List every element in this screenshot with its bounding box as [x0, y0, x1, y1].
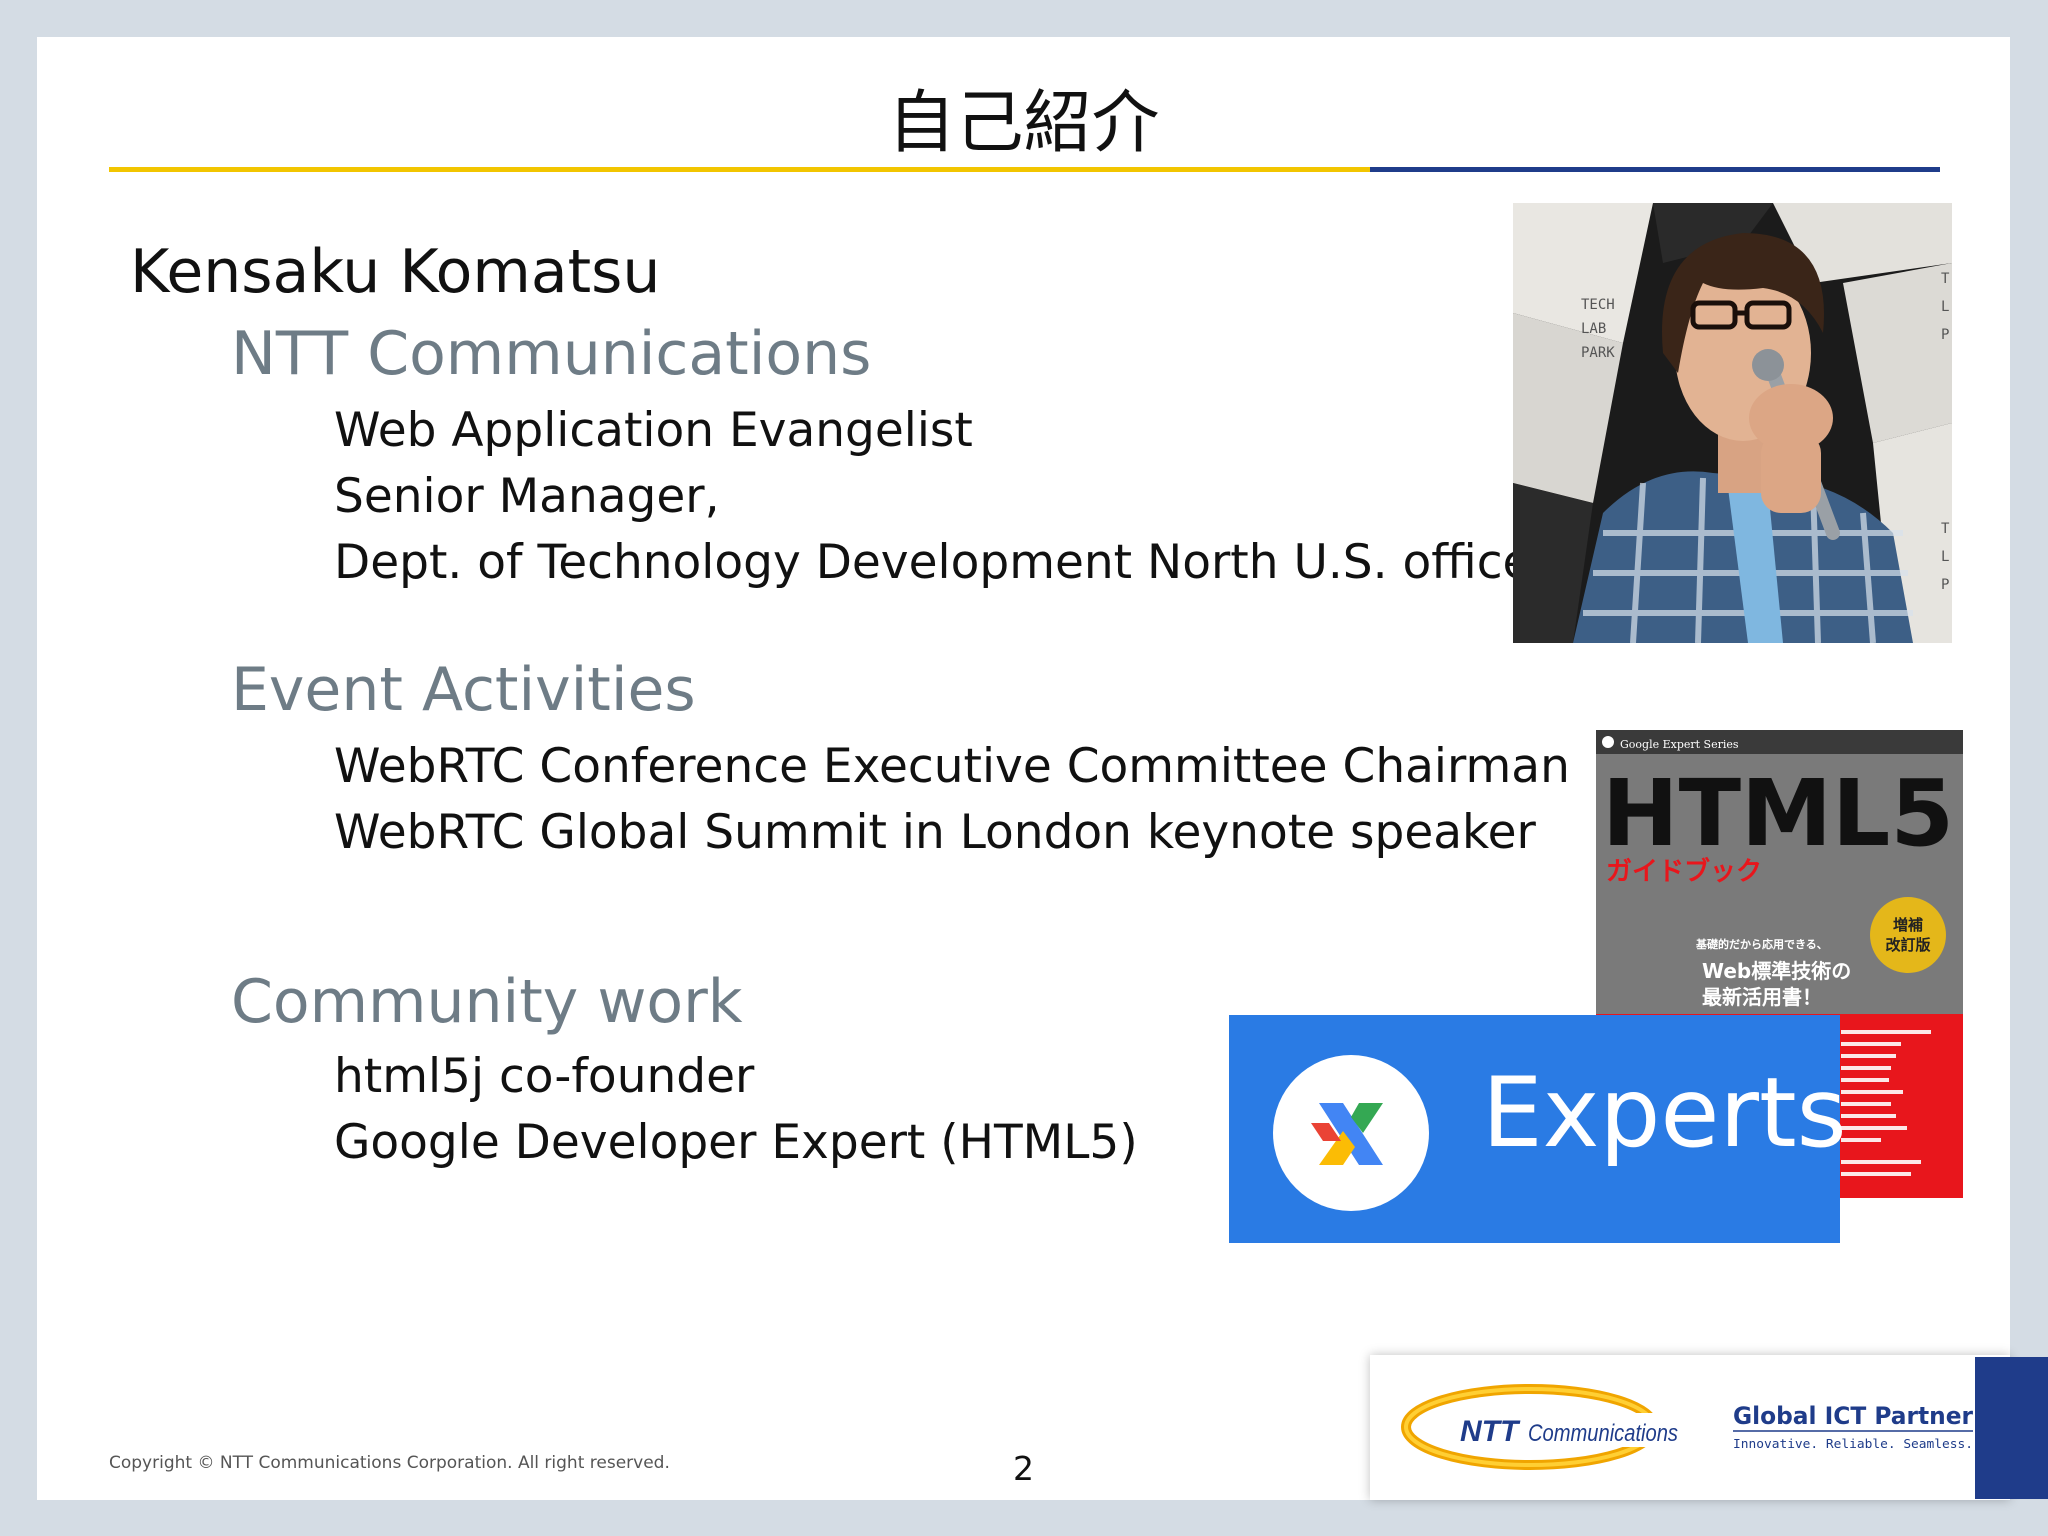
- company-line: Senior Manager,: [334, 469, 720, 524]
- book-tagline: 基礎的だから応用できる、: [1695, 937, 1828, 951]
- photo-backdrop-text: T: [1941, 521, 1950, 537]
- event-line: WebRTC Conference Executive Committee Ch…: [334, 739, 1570, 794]
- photo-backdrop-text: TECH: [1581, 297, 1615, 313]
- book-title: HTML5: [1602, 760, 1954, 867]
- title-rule-yellow: [109, 167, 1370, 172]
- speaker-photo: TECH LAB PARK T L P T L P: [1513, 203, 1952, 643]
- speaker-name: Kensaku Komatsu: [130, 237, 661, 307]
- corner-blue-tab: [1975, 1357, 2048, 1499]
- book-tagline: Web標準技術の: [1702, 959, 1851, 983]
- community-line: html5j co-founder: [334, 1049, 755, 1104]
- gde-logo-icon: [1273, 1055, 1429, 1211]
- book-badge-text: 増補: [1893, 916, 1923, 934]
- ntt-wordmark: NTT: [1460, 1415, 1521, 1448]
- photo-backdrop-text: LAB: [1581, 321, 1606, 337]
- photo-backdrop-text: PARK: [1581, 345, 1615, 361]
- section-heading-events: Event Activities: [231, 655, 696, 725]
- section-heading-community: Community work: [231, 967, 743, 1037]
- community-line: Google Developer Expert (HTML5): [334, 1115, 1138, 1170]
- photo-backdrop-text: L: [1941, 299, 1949, 315]
- event-line: WebRTC Global Summit in London keynote s…: [334, 805, 1536, 860]
- book-series-text: Google Expert Series: [1620, 738, 1739, 751]
- ntt-logo-box: NTT Communications Global ICT Partner In…: [1370, 1355, 2010, 1500]
- photo-backdrop-text: T: [1941, 271, 1950, 287]
- title-rule-blue: [1370, 167, 1940, 172]
- ntt-communications-logo: NTT Communications Global ICT Partner In…: [1401, 1384, 1973, 1470]
- book-badge-text: 改訂版: [1885, 936, 1930, 954]
- photo-backdrop-text: P: [1941, 577, 1949, 593]
- partner-text: Global ICT Partner: [1733, 1402, 1973, 1430]
- photo-backdrop-text: L: [1941, 549, 1949, 565]
- slide: 自己紹介 Kensaku Komatsu NTT Communications …: [37, 37, 2010, 1500]
- company-line: Dept. of Technology Development North U.…: [334, 535, 1532, 590]
- photo-backdrop-text: P: [1941, 327, 1949, 343]
- book-subtitle: ガイドブック: [1606, 856, 1762, 887]
- google-developer-experts-badge: Experts: [1229, 1015, 1847, 1243]
- experts-label: Experts: [1482, 1057, 1847, 1169]
- slide-title: 自己紹介: [887, 84, 1160, 163]
- book-tagline: 最新活用書！: [1702, 985, 1822, 1009]
- communications-wordmark: Communications: [1528, 1420, 1678, 1447]
- company-line: Web Application Evangelist: [334, 403, 973, 458]
- section-heading-company: NTT Communications: [231, 319, 872, 389]
- copyright-text: Copyright © NTT Communications Corporati…: [109, 1453, 670, 1473]
- slogan-text: Innovative. Reliable. Seamless.: [1733, 1437, 1973, 1451]
- page-number: 2: [1013, 1449, 1034, 1488]
